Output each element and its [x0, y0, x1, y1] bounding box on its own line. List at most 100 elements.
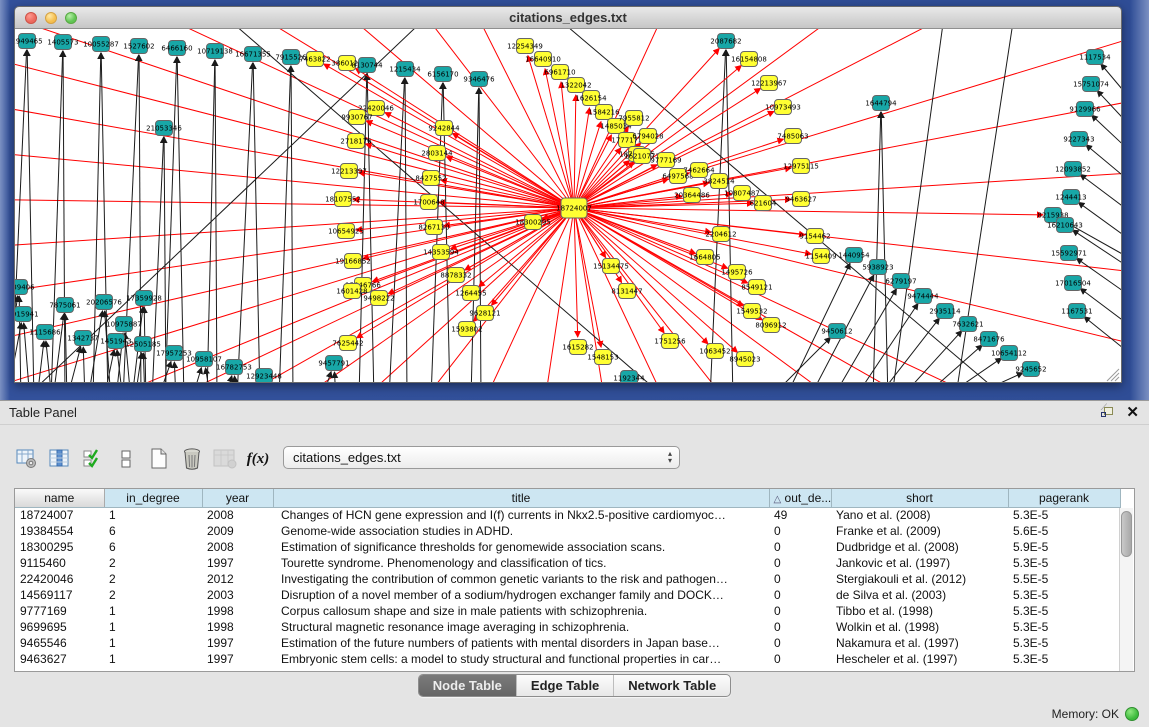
table-cell[interactable]: 0	[769, 603, 831, 619]
column-header-year[interactable]: year	[202, 489, 273, 507]
delete-column-icon[interactable]	[179, 445, 205, 473]
network-window[interactable]: citations_edges.txt 22420046993076727181…	[14, 6, 1122, 383]
table-cell[interactable]: 6	[104, 539, 202, 555]
table-cell[interactable]: 2008	[202, 507, 273, 523]
row-height-icon[interactable]	[113, 445, 139, 473]
float-panel-icon[interactable]	[1101, 407, 1114, 419]
table-cell[interactable]: 9115460	[15, 555, 104, 571]
table-cell[interactable]: 5.3E-5	[1008, 507, 1120, 523]
table-cell[interactable]: 6	[104, 523, 202, 539]
table-cell[interactable]: Hescheler et al. (1997)	[831, 651, 1008, 667]
table-row[interactable]: 1872400712008Changes of HCN gene express…	[15, 507, 1120, 523]
table-cell[interactable]: 49	[769, 507, 831, 523]
table-cell[interactable]: 2012	[202, 571, 273, 587]
table-cell[interactable]: 0	[769, 571, 831, 587]
memory-status-button[interactable]	[1125, 707, 1139, 721]
table-cell[interactable]: 5.3E-5	[1008, 555, 1120, 571]
table-cell[interactable]: 1997	[202, 555, 273, 571]
table-cell[interactable]: Estimation of the future numbers of pati…	[273, 635, 769, 651]
table-cell[interactable]: 0	[769, 539, 831, 555]
minimize-button[interactable]	[45, 12, 57, 24]
zoom-button[interactable]	[65, 12, 77, 24]
table-cell[interactable]: 2009	[202, 523, 273, 539]
table-cell[interactable]: 9465546	[15, 635, 104, 651]
close-button[interactable]	[25, 12, 37, 24]
column-header-name[interactable]: name	[15, 489, 104, 507]
table-cell[interactable]: 18724007	[15, 507, 104, 523]
table-cell[interactable]: Wolkin et al. (1998)	[831, 619, 1008, 635]
close-panel-icon[interactable]: ✕	[1126, 406, 1139, 420]
table-cell[interactable]: de Silva et al. (2003)	[831, 587, 1008, 603]
column-header-title[interactable]: title	[273, 489, 769, 507]
table-cell[interactable]: 1	[104, 635, 202, 651]
table-cell[interactable]: 0	[769, 619, 831, 635]
table-cell[interactable]: Embryonic stem cells: a model to study s…	[273, 651, 769, 667]
table-cell[interactable]: 22420046	[15, 571, 104, 587]
table-cell[interactable]: Yano et al. (2008)	[831, 507, 1008, 523]
table-cell[interactable]: 0	[769, 635, 831, 651]
column-header-short[interactable]: short	[831, 489, 1008, 507]
table-cell[interactable]: 5.6E-5	[1008, 523, 1120, 539]
table-row[interactable]: 946362711997Embryonic stem cells: a mode…	[15, 651, 1120, 667]
table-body[interactable]: 1872400712008Changes of HCN gene express…	[15, 507, 1120, 667]
table-cell[interactable]: 2003	[202, 587, 273, 603]
table-cell[interactable]: 0	[769, 587, 831, 603]
table-cell[interactable]: 18300295	[15, 539, 104, 555]
table-cell[interactable]: Franke et al. (2009)	[831, 523, 1008, 539]
table-cell[interactable]: 9699695	[15, 619, 104, 635]
table-cell[interactable]: 14569117	[15, 587, 104, 603]
table-cell[interactable]: 1	[104, 619, 202, 635]
table-cell[interactable]: Structural magnetic resonance image aver…	[273, 619, 769, 635]
tab-node-table[interactable]: Node Table	[419, 675, 517, 696]
table-cell[interactable]: 0	[769, 555, 831, 571]
table-cell[interactable]: 1997	[202, 651, 273, 667]
table-cell[interactable]: 1	[104, 603, 202, 619]
table-row[interactable]: 946554611997Estimation of the future num…	[15, 635, 1120, 651]
table-cell[interactable]: 0	[769, 523, 831, 539]
table-cell[interactable]: 2008	[202, 539, 273, 555]
network-canvas[interactable]: 2242004699307672718176122133971810755210…	[15, 29, 1122, 383]
table-row[interactable]: 1830029562008Estimation of significance …	[15, 539, 1120, 555]
table-cell[interactable]: Corpus callosum shape and size in male p…	[273, 603, 769, 619]
table-row[interactable]: 2242004622012Investigating the contribut…	[15, 571, 1120, 587]
column-header-pagerank[interactable]: pagerank	[1008, 489, 1120, 507]
table-cell[interactable]: Tibbo et al. (1998)	[831, 603, 1008, 619]
table-cell[interactable]: 1998	[202, 603, 273, 619]
table-row[interactable]: 1938455462009Genome-wide association stu…	[15, 523, 1120, 539]
table-cell[interactable]: Nakamura et al. (1997)	[831, 635, 1008, 651]
table-cell[interactable]: 2	[104, 571, 202, 587]
table-source-select[interactable]: citations_edges.txt ▴▾	[283, 446, 680, 469]
table-cell[interactable]: 1998	[202, 619, 273, 635]
table-cell[interactable]: 1	[104, 651, 202, 667]
table-cell[interactable]: 1	[104, 507, 202, 523]
node-table[interactable]: name in_degree year title △ out_de... sh…	[14, 488, 1135, 672]
select-rows-icon[interactable]	[80, 445, 106, 473]
table-cell[interactable]: 5.9E-5	[1008, 539, 1120, 555]
tab-edge-table[interactable]: Edge Table	[517, 675, 614, 696]
table-cell[interactable]: 19384554	[15, 523, 104, 539]
window-titlebar[interactable]: citations_edges.txt	[15, 7, 1121, 29]
tab-network-table[interactable]: Network Table	[614, 675, 730, 696]
table-row[interactable]: 911546021997Tourette syndrome. Phenomeno…	[15, 555, 1120, 571]
table-cell[interactable]: Dudbridge et al. (2008)	[831, 539, 1008, 555]
table-cell[interactable]: 5.3E-5	[1008, 587, 1120, 603]
scrollbar-thumb[interactable]	[1121, 511, 1132, 557]
table-cell[interactable]: Tourette syndrome. Phenomenology and cla…	[273, 555, 769, 571]
canvas-resize-handle[interactable]	[1115, 377, 1119, 381]
table-cell[interactable]: Stergiakouli et al. (2012)	[831, 571, 1008, 587]
column-header-out-degree[interactable]: △ out_de...	[769, 489, 831, 507]
new-column-icon[interactable]	[146, 445, 172, 473]
table-mode-icon[interactable]	[14, 445, 40, 473]
table-row[interactable]: 969969511998Structural magnetic resonanc…	[15, 619, 1120, 635]
table-cell[interactable]: Genome-wide association studies in ADHD.	[273, 523, 769, 539]
show-columns-icon[interactable]	[47, 445, 73, 473]
function-builder-icon[interactable]: f(x)	[245, 445, 271, 473]
table-cell[interactable]: Jankovic et al. (1997)	[831, 555, 1008, 571]
table-cell[interactable]: Changes of HCN gene expression and I(f) …	[273, 507, 769, 523]
table-cell[interactable]: 5.3E-5	[1008, 603, 1120, 619]
table-cell[interactable]: 5.3E-5	[1008, 635, 1120, 651]
table-cell[interactable]: 9777169	[15, 603, 104, 619]
table-cell[interactable]: Investigating the contribution of common…	[273, 571, 769, 587]
canvas-resize-handle[interactable]	[1111, 373, 1119, 381]
column-header-in-degree[interactable]: in_degree	[104, 489, 202, 507]
